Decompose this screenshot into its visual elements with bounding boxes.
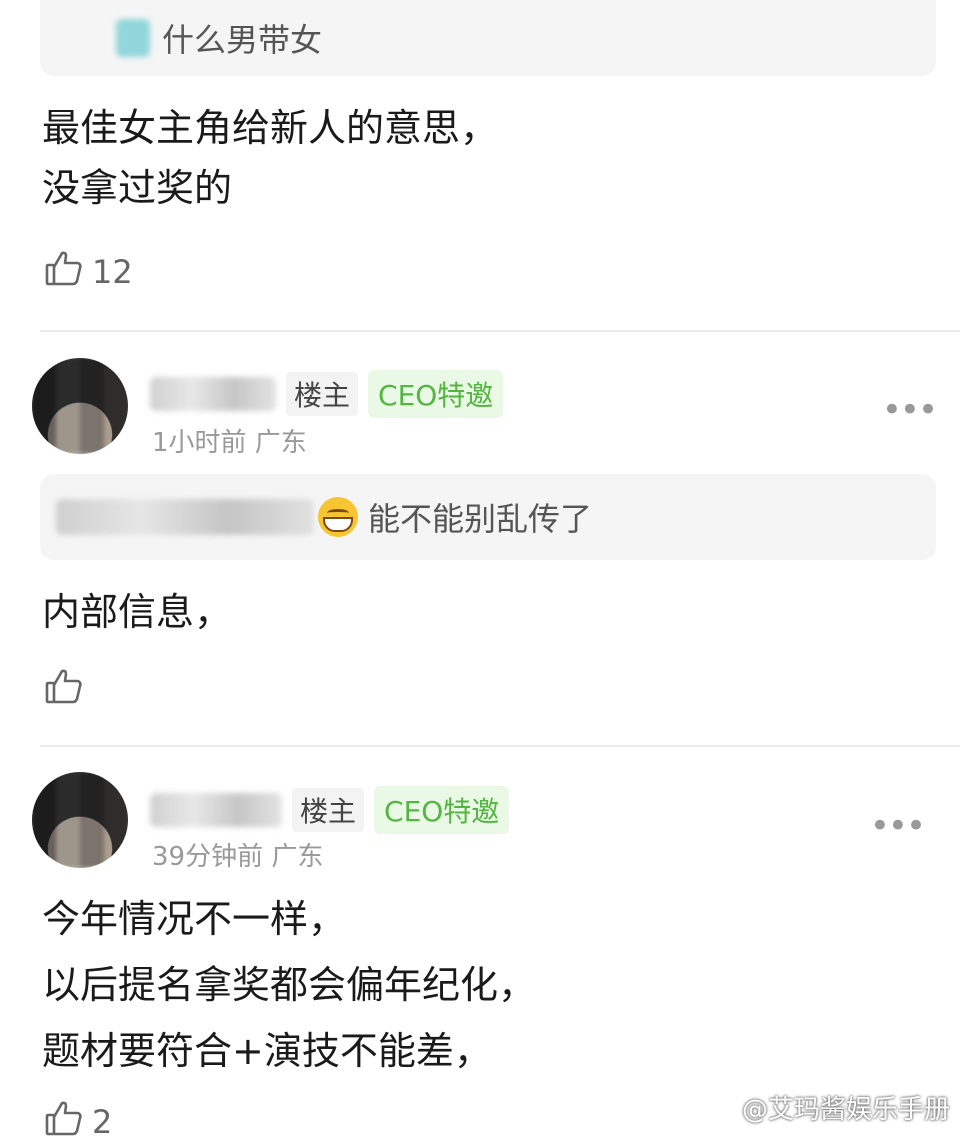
ceo-badge: CEO特邀 [368, 370, 504, 418]
comment-line: 最佳女主角给新人的意思， [42, 106, 499, 150]
comment-line: 题材要符合+演技不能差， [42, 1029, 492, 1073]
comment-line: 没拿过奖的 [42, 166, 233, 210]
thumbs-up-icon [44, 666, 84, 714]
avatar[interactable] [32, 358, 128, 454]
comment-meta: 1小时前 广东 [152, 428, 307, 458]
more-options-icon[interactable]: ••• [870, 806, 926, 846]
owner-tag: 楼主 [286, 372, 359, 416]
comment-header: 楼主 CEO特邀 [150, 786, 510, 834]
like-button[interactable] [44, 666, 92, 714]
thumbs-up-icon [44, 248, 84, 296]
like-count: 2 [92, 1103, 113, 1141]
watermark-text: @艾玛酱娱乐手册 [741, 1095, 950, 1125]
avatar[interactable] [32, 772, 128, 868]
comment-line: 内部信息， [42, 590, 233, 634]
like-button[interactable]: 2 [44, 1098, 112, 1146]
comment-meta: 39分钟前 广东 [152, 842, 324, 872]
owner-tag: 楼主 [292, 788, 365, 832]
blurred-username[interactable] [150, 793, 282, 827]
comment-line: 今年情况不一样， [42, 897, 347, 941]
blurred-username [116, 19, 150, 57]
comment-body: 最佳女主角给新人的意思， 没拿过奖的 [42, 98, 498, 218]
blurred-username [56, 499, 314, 535]
thumbs-up-icon [44, 1098, 84, 1146]
like-count: 12 [92, 253, 133, 291]
weibo-logo-icon [706, 1091, 736, 1124]
comment-line: 以后提名拿奖都会偏年纪化， [42, 963, 537, 1007]
quoted-text: 能不能别乱传了 [368, 500, 593, 538]
comment-header: 楼主 CEO特邀 [150, 370, 504, 418]
divider [40, 745, 960, 747]
blurred-username[interactable] [150, 377, 276, 411]
quoted-reply-box[interactable]: 什么男带女 [40, 0, 936, 76]
comment-body: 今年情况不一样， 以后提名拿奖都会偏年纪化， 题材要符合+演技不能差， [42, 886, 536, 1084]
divider [40, 330, 960, 332]
ceo-badge: CEO特邀 [374, 786, 510, 834]
weibo-watermark: @艾玛酱娱乐手册 [706, 1089, 950, 1126]
comment-body: 内部信息， [42, 582, 232, 642]
more-options-icon[interactable]: ••• [882, 390, 938, 430]
quoted-text: 什么男带女 [162, 21, 323, 59]
like-button[interactable]: 12 [44, 248, 133, 296]
grin-emoji-icon [318, 497, 358, 537]
quoted-reply-box[interactable]: 能不能别乱传了 [40, 474, 936, 560]
